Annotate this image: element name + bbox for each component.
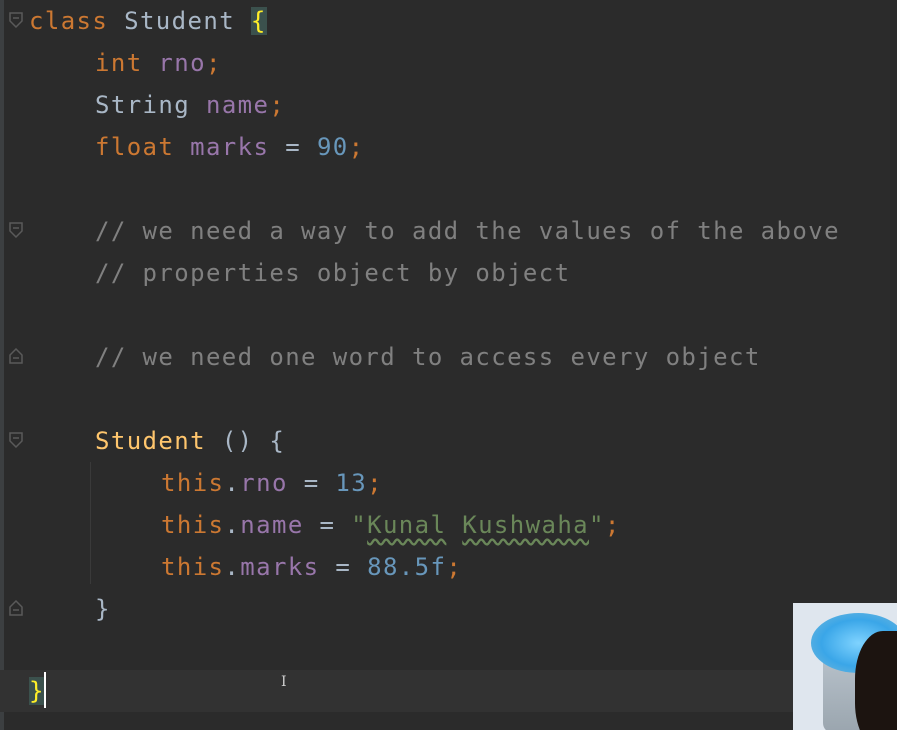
dot: . [224,469,241,497]
quote-open: " [351,511,368,539]
code-line-2[interactable]: int rno; [0,42,222,84]
assign-operator: = [319,511,336,539]
number-literal: 13 [335,469,368,497]
open-brace: { [269,427,286,455]
parameter-list: () [221,427,254,455]
number-literal: 88.5f [367,553,447,581]
code-line-17-current[interactable]: } [0,670,819,712]
semicolon: ; [205,49,222,77]
type-keyword: int [95,49,143,77]
close-brace: } [95,595,111,623]
code-line-13[interactable]: this.name = "Kunal Kushwaha"; [0,504,621,546]
type-keyword: float [95,133,175,161]
code-line-15[interactable]: } [0,588,111,630]
code-line-4[interactable]: float marks = 90; [0,126,365,168]
field-name: name [205,91,270,119]
assign-operator: = [285,133,302,161]
text-caret [44,672,46,708]
code-line-3[interactable]: String name; [0,84,285,126]
comment: // properties object by object [95,259,571,287]
webcam-person [855,631,897,730]
code-line-11[interactable]: Student () { [0,420,285,462]
semicolon: ; [604,511,621,539]
constructor-name: Student [95,427,206,455]
field-name: rno [158,49,206,77]
open-brace-highlighted: { [250,7,267,35]
string-word-typo: Kushwaha [462,511,590,539]
dot: . [224,511,241,539]
code-line-9[interactable]: // we need one word to access every obje… [0,336,761,378]
webcam-overlay [793,603,897,730]
code-line-7[interactable]: // properties object by object [0,252,570,294]
assign-operator: = [335,553,352,581]
class-keyword: class [29,7,109,35]
comment: // we need one word to access every obje… [95,343,761,371]
field-name: marks [190,133,270,161]
class-name: Student [124,7,236,35]
dot: . [224,553,241,581]
comment: // we need a way to add the values of th… [95,217,840,245]
code-line-6[interactable]: // we need a way to add the values of th… [0,210,840,252]
code-line-14[interactable]: this.marks = 88.5f; [0,546,462,588]
semicolon: ; [367,469,383,497]
field-name: rno [240,469,288,497]
semicolon: ; [269,91,286,119]
string-word-typo: Kunal [367,511,447,539]
this-keyword: this [161,511,225,539]
this-keyword: this [161,469,225,497]
code-line-1[interactable]: class Student { [0,0,267,42]
quote-close: " [589,511,605,539]
code-editor[interactable]: class Student { int rno; String name; fl… [0,0,897,730]
field-name: name [240,511,304,539]
this-keyword: this [161,553,225,581]
assign-operator: = [303,469,320,497]
number-literal: 90 [316,133,349,161]
semicolon: ; [348,133,365,161]
field-name: marks [240,553,320,581]
text-cursor-icon: I [281,674,288,690]
code-line-12[interactable]: this.rno = 13; [0,462,383,504]
close-brace-highlighted: } [29,677,45,705]
semicolon: ; [446,553,463,581]
type-name: String [95,91,191,119]
